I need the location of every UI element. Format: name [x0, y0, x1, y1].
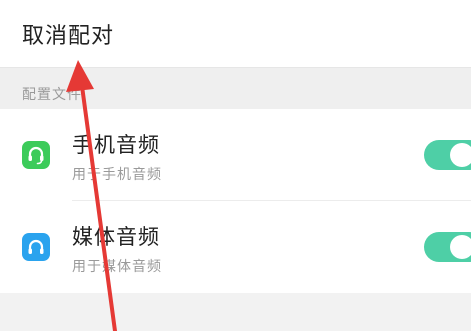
- profiles-section-header: 配置文件: [0, 68, 471, 109]
- phone-headset-icon: [22, 141, 50, 169]
- list-item-phone-audio[interactable]: 手机音频 用于手机音频: [0, 109, 471, 201]
- bottom-area: [0, 293, 471, 331]
- media-audio-toggle[interactable]: [424, 232, 471, 262]
- toggle-knob: [450, 235, 471, 259]
- unpair-label: 取消配对: [22, 24, 115, 49]
- bluetooth-device-settings: 取消配对 配置文件 手机音频 用于手机音频 媒体音频 用于媒体音频: [0, 0, 471, 331]
- profile-subtitle: 用于媒体音频: [72, 259, 162, 275]
- toggle-knob: [450, 143, 471, 167]
- unpair-button[interactable]: 取消配对: [0, 0, 471, 68]
- section-label: 配置文件: [22, 87, 82, 103]
- profile-subtitle: 用于手机音频: [72, 167, 162, 183]
- headphones-icon: [22, 233, 50, 261]
- list-item-media-audio[interactable]: 媒体音频 用于媒体音频: [0, 201, 471, 293]
- profiles-list: 手机音频 用于手机音频 媒体音频 用于媒体音频: [0, 109, 471, 293]
- phone-audio-toggle[interactable]: [424, 140, 471, 170]
- profile-title: 手机音频: [72, 133, 160, 157]
- profile-title: 媒体音频: [72, 225, 160, 249]
